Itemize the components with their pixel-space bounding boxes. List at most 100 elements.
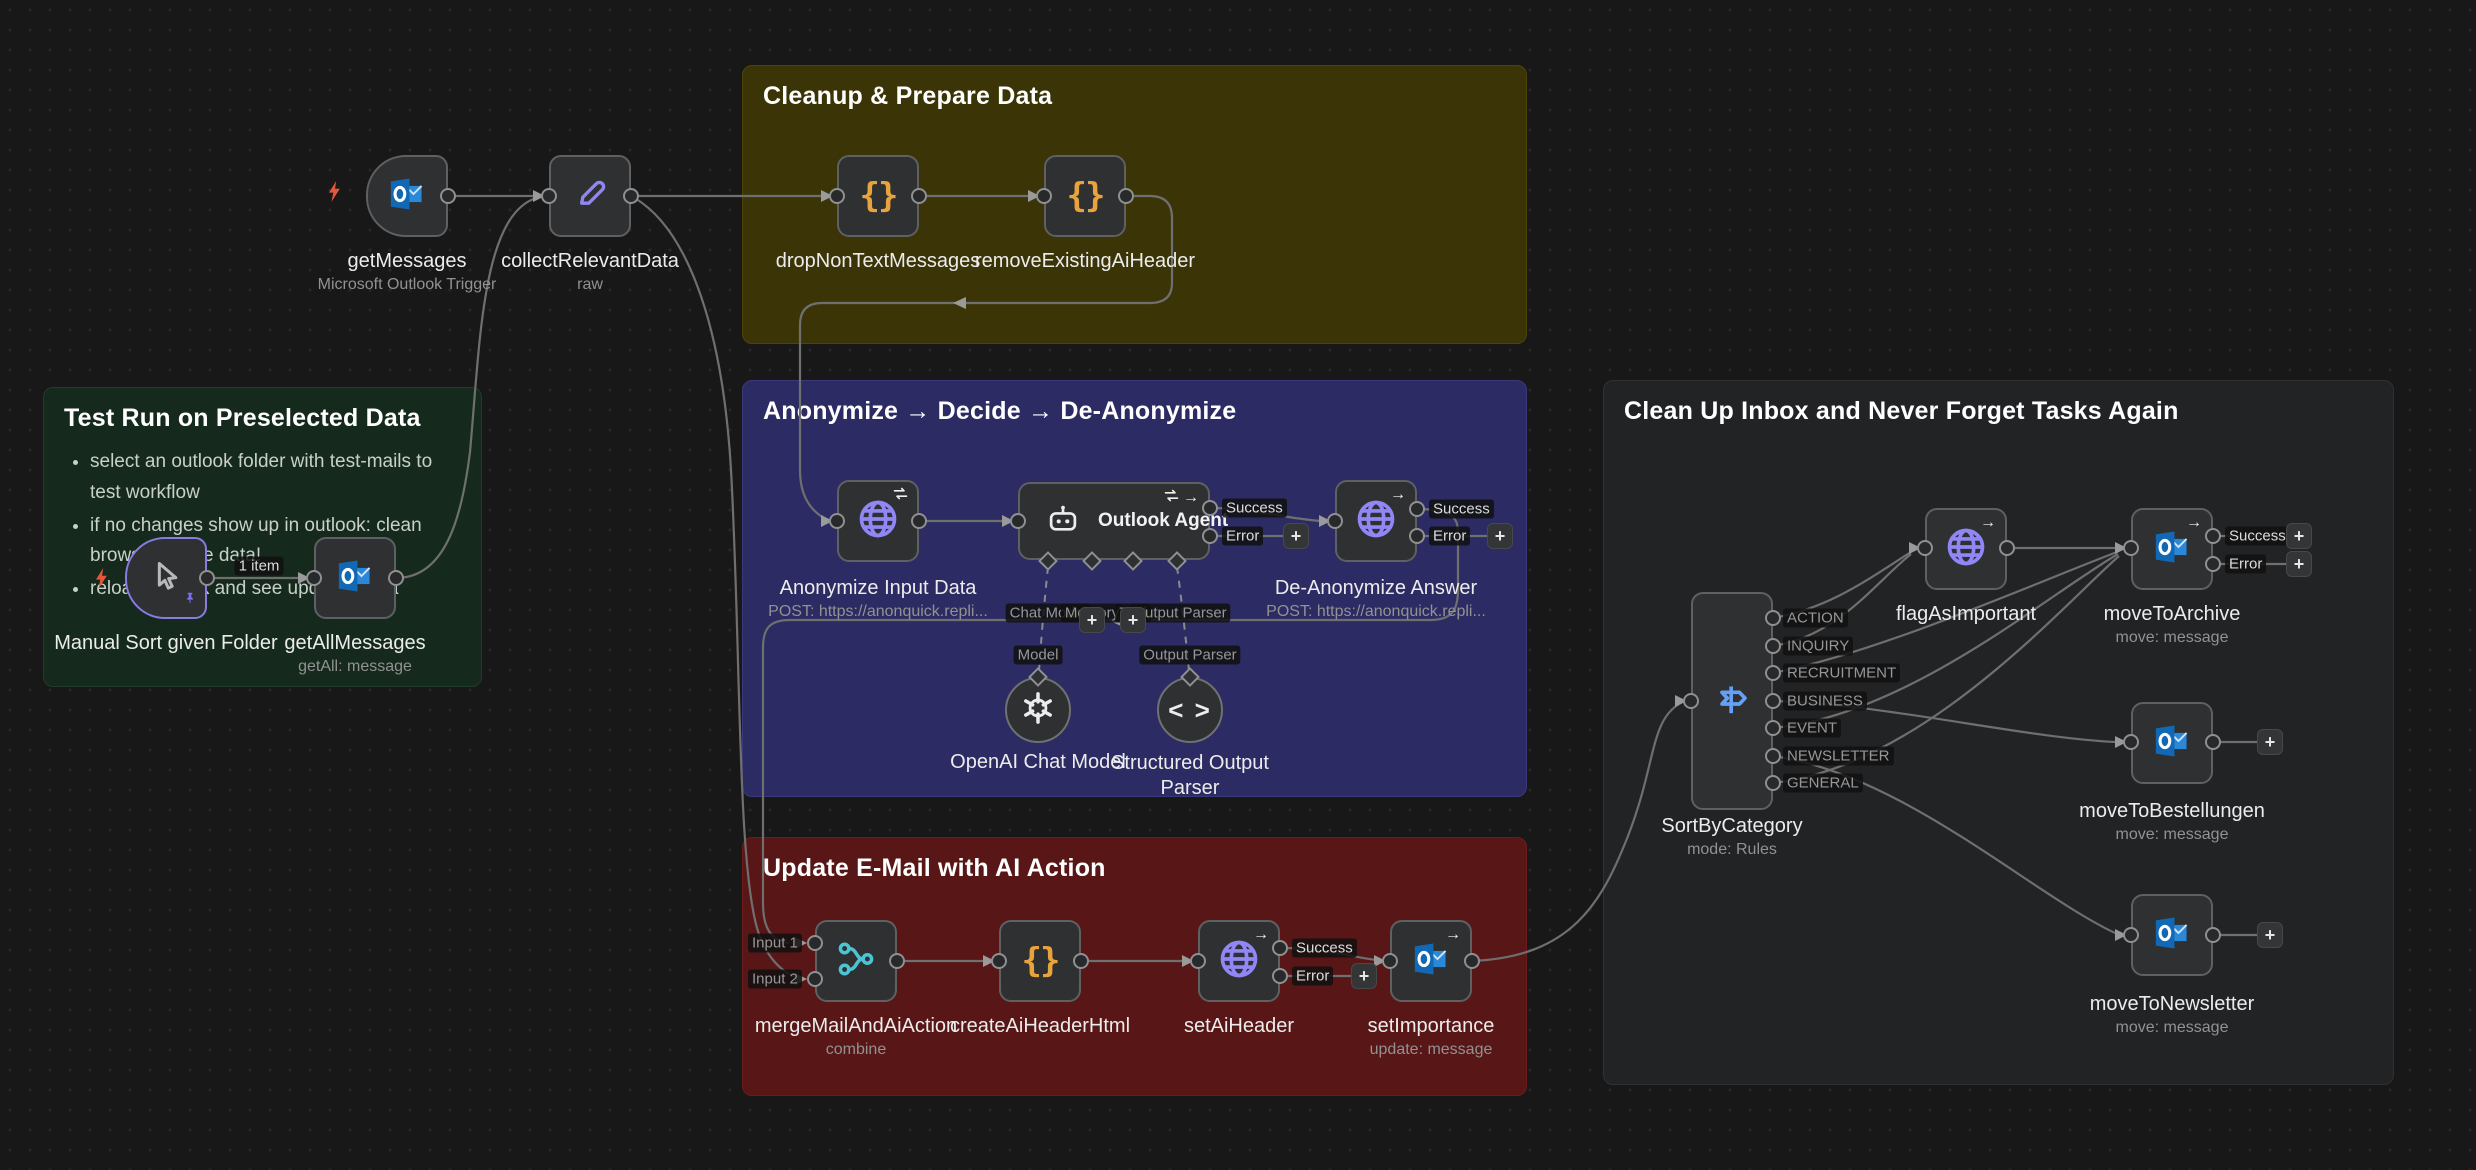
node-sortByCategory[interactable] [1691, 592, 1773, 810]
trigger-bolt-icon [327, 181, 342, 207]
sticky-anonymize-title: Anonymize → Decide → De-Anonymize [763, 397, 1506, 426]
category-port-label: RECRUITMENT [1783, 664, 1900, 683]
outlook-icon [334, 556, 376, 601]
sticky-test-run-title: Test Run on Preselected Data [64, 404, 461, 433]
node-moveToArchive[interactable]: → [2131, 508, 2213, 590]
outlook-icon [2151, 913, 2193, 958]
node-getMessages[interactable] [366, 155, 448, 237]
node-removeExistingAiHeader[interactable]: {} [1044, 155, 1126, 237]
execute-once-arrow-icon: → [1390, 487, 1406, 503]
braces-icon: {} [1022, 941, 1059, 981]
node-setImportance[interactable]: → [1390, 920, 1472, 1002]
node-label: moveToBestellungen [2022, 800, 2322, 823]
node-subtitle: getAll: message [205, 658, 505, 676]
retry-icon [1164, 489, 1179, 506]
node-anonymizeInput[interactable] [837, 480, 919, 562]
add-node-button[interactable]: + [1351, 963, 1377, 989]
add-node-button[interactable]: + [1079, 607, 1105, 633]
outlook-icon [2151, 721, 2193, 766]
input-label-1: Input 1 [748, 934, 802, 953]
code-icon: < > [1168, 695, 1212, 726]
node-subtitle: raw [440, 276, 740, 294]
pencil-icon [570, 174, 610, 219]
category-port-label: INQUIRY [1783, 637, 1853, 656]
outlook-icon [1410, 939, 1452, 984]
pinned-data-pin-icon [183, 591, 197, 610]
braces-icon: {} [860, 176, 897, 216]
node-label: moveToArchive [2022, 603, 2322, 626]
add-node-button[interactable]: + [1120, 607, 1146, 633]
node-collectRelevantData[interactable] [549, 155, 631, 237]
node-deAnonymize[interactable]: → [1335, 480, 1417, 562]
node-setAiHeader[interactable]: → [1198, 920, 1280, 1002]
merge-icon [835, 938, 877, 985]
node-subtitle: POST: https://anonquick.repli... [1226, 603, 1526, 621]
output-label-error: Error [2225, 555, 2266, 574]
node-outlookAgent[interactable]: Outlook Agent → [1018, 482, 1210, 560]
cursor-icon [146, 556, 186, 601]
node-moveToBestellungen[interactable] [2131, 702, 2213, 784]
category-port-label: ACTION [1783, 609, 1848, 628]
execute-once-arrow-icon: → [1980, 515, 1996, 531]
node-moveToNewsletter[interactable] [2131, 894, 2213, 976]
execute-once-arrow-icon: → [1445, 927, 1461, 943]
add-node-button[interactable]: + [1283, 523, 1309, 549]
node-getAllMessages[interactable] [314, 537, 396, 619]
output-label-error: Error [1429, 527, 1470, 546]
execute-once-arrow-icon: → [2186, 515, 2202, 531]
sticky-test-run-notes: select an outlook folder with test-mails… [64, 447, 461, 605]
node-flagAsImportant[interactable]: → [1925, 508, 2007, 590]
openai-icon [1019, 689, 1057, 732]
node-structuredOutputParser[interactable]: < > [1157, 677, 1223, 743]
globe-icon [856, 497, 900, 546]
node-label: Structured Output Parser [1090, 751, 1290, 801]
robot-icon [1044, 500, 1082, 543]
execute-once-arrow-icon: → [1183, 490, 1199, 506]
node-label: getAllMessages [205, 632, 505, 655]
output-label-error: Error [1292, 967, 1333, 986]
node-mergeMailAndAiAction[interactable] [815, 920, 897, 1002]
node-label: moveToNewsletter [2022, 993, 2322, 1016]
node-createAiHeaderHtml[interactable]: {} [999, 920, 1081, 1002]
workflow-canvas[interactable]: Cleanup & Prepare Data Anonymize → Decid… [0, 0, 2476, 1170]
globe-icon [1944, 525, 1988, 574]
node-subtitle: mode: Rules [1582, 841, 1882, 859]
node-subtitle: combine [706, 1041, 1006, 1059]
items-count-label: 1 item [235, 557, 284, 576]
outlook-icon [2151, 527, 2193, 572]
sticky-cleanup-title: Cleanup & Prepare Data [763, 82, 1506, 111]
node-label: Anonymize Input Data [728, 577, 1028, 600]
add-node-button[interactable]: + [2257, 922, 2283, 948]
output-label-error: Error [1222, 527, 1263, 546]
add-node-button[interactable]: + [1487, 523, 1513, 549]
output-label-success: Success [1429, 500, 1494, 519]
category-port-label: NEWSLETTER [1783, 747, 1894, 766]
node-openAiChatModel[interactable] [1005, 677, 1071, 743]
add-node-button[interactable]: + [2257, 729, 2283, 755]
node-label: De-Anonymize Answer [1226, 577, 1526, 600]
add-node-button[interactable]: + [2286, 523, 2312, 549]
sticky-update-email-title: Update E-Mail with AI Action [763, 854, 1506, 883]
execute-once-arrow-icon: → [1253, 927, 1269, 943]
node-dropNonTextMessages[interactable]: {} [837, 155, 919, 237]
category-port-label: GENERAL [1783, 774, 1863, 793]
node-subtitle: move: message [2022, 826, 2322, 844]
category-port-label: EVENT [1783, 719, 1841, 738]
node-subtitle: update: message [1281, 1041, 1581, 1059]
node-manual-sort-trigger[interactable] [125, 537, 207, 619]
node-label: SortByCategory [1582, 815, 1882, 838]
trigger-bolt-icon [94, 568, 109, 594]
node-subtitle: move: message [2022, 1019, 2322, 1037]
output-label-success: Success [1222, 499, 1287, 518]
add-node-button[interactable]: + [2286, 551, 2312, 577]
node-subtitle: move: message [2022, 629, 2322, 647]
signpost-icon [1712, 679, 1752, 724]
node-label: setImportance [1281, 1015, 1581, 1038]
retry-icon [893, 487, 908, 500]
globe-icon [1217, 937, 1261, 986]
node-subtitle: POST: https://anonquick.repli... [728, 603, 1028, 621]
globe-icon [1354, 497, 1398, 546]
node-label: collectRelevantData [440, 250, 740, 273]
output-label-success: Success [2225, 527, 2290, 546]
node-label: removeExistingAiHeader [935, 250, 1235, 273]
